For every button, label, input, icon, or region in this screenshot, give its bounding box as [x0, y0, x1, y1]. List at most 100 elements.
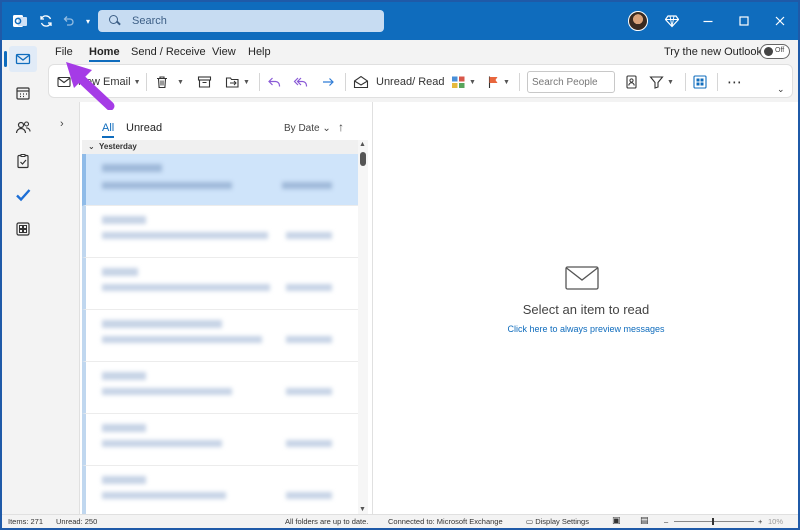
delete-button[interactable]: ▼ — [155, 72, 184, 92]
unread-read-button[interactable]: Unread/ Read — [353, 72, 445, 92]
envelope-icon — [565, 266, 599, 293]
toggle-knob — [764, 47, 773, 56]
move-button[interactable]: ▼ — [225, 72, 250, 92]
blurred-sender — [102, 320, 222, 328]
chevron-down-icon[interactable]: ▼ — [134, 79, 141, 86]
rail-mail[interactable] — [4, 46, 37, 72]
zoom-slider-thumb[interactable] — [712, 518, 714, 525]
normal-view-icon[interactable]: ▣ — [612, 515, 621, 526]
unread-read-label: Unread/ Read — [376, 76, 445, 88]
reply-button[interactable] — [267, 72, 282, 92]
blurred-date — [286, 440, 332, 447]
archive-button[interactable] — [197, 72, 212, 92]
chevron-down-icon[interactable]: ▼ — [667, 79, 674, 86]
group-header-yesterday[interactable]: ⌄ Yesterday — [82, 140, 358, 154]
collapse-chevron-icon: ⌄ — [88, 142, 95, 151]
search-box[interactable]: Search — [98, 10, 384, 32]
zoom-out-icon[interactable]: – — [664, 517, 668, 526]
chevron-right-icon[interactable]: › — [60, 118, 64, 130]
search-placeholder: Search — [132, 15, 167, 27]
status-connection: Connected to: Microsoft Exchange — [388, 517, 503, 526]
chevron-down-icon[interactable]: ▼ — [243, 79, 250, 86]
tab-home[interactable]: Home — [89, 46, 120, 62]
tab-send-receive[interactable]: Send / Receive — [131, 46, 206, 58]
zoom-slider[interactable] — [674, 521, 754, 522]
move-folder-icon — [225, 77, 239, 88]
list-item[interactable] — [82, 414, 358, 466]
tab-help[interactable]: Help — [248, 46, 271, 58]
preview-messages-link[interactable]: Click here to always preview messages — [373, 324, 798, 334]
sort-by-label: By Date — [284, 123, 320, 134]
scroll-down-icon[interactable]: ▼ — [359, 506, 366, 513]
blurred-subject — [102, 232, 268, 239]
blurred-subject — [102, 284, 270, 291]
sort-by-date[interactable]: By Date ⌄ — [284, 123, 331, 134]
toggle-state-label: Off — [775, 47, 785, 54]
close-icon[interactable] — [770, 11, 790, 31]
quick-access-dropdown-icon[interactable]: ▾ — [78, 11, 98, 31]
tab-unread[interactable]: Unread — [126, 122, 162, 134]
forward-icon — [323, 78, 334, 86]
scroll-up-icon[interactable]: ▲ — [359, 141, 366, 148]
display-settings-button[interactable]: ▭ Display Settings — [526, 517, 589, 526]
minimize-icon[interactable] — [698, 11, 718, 31]
rail-tasks[interactable] — [9, 148, 37, 174]
grid-view-icon — [693, 75, 707, 89]
search-people-input[interactable]: Search People — [527, 71, 615, 93]
ribbon-divider — [146, 73, 147, 91]
sync-icon[interactable] — [36, 11, 56, 31]
group-label: Yesterday — [99, 142, 137, 151]
blurred-sender — [102, 268, 138, 276]
list-item[interactable] — [82, 362, 358, 414]
view-layout-button[interactable] — [693, 72, 707, 92]
undo-icon[interactable] — [58, 11, 78, 31]
chevron-down-icon[interactable]: ▼ — [503, 79, 510, 86]
list-item[interactable] — [82, 206, 358, 258]
message-filter-tabs: All Unread By Date ⌄ ↑ — [82, 102, 368, 138]
ribbon-expand-chevron-icon[interactable]: ⌄ — [777, 79, 785, 99]
reply-icon — [268, 77, 281, 87]
annotation-arrow-icon — [60, 58, 120, 113]
list-item[interactable] — [82, 258, 358, 310]
outlook-window: ▾ Search File Home Send / Receive View H… — [2, 2, 798, 528]
tab-view[interactable]: View — [212, 46, 236, 58]
zoom-in-icon[interactable]: + — [758, 517, 762, 526]
scroll-thumb[interactable] — [360, 152, 366, 166]
forward-button[interactable] — [321, 72, 336, 92]
list-item[interactable] — [82, 154, 358, 206]
reply-all-button[interactable] — [293, 72, 309, 92]
blurred-subject — [102, 388, 232, 395]
chevron-down-icon[interactable]: ▼ — [469, 79, 476, 86]
chevron-down-icon[interactable]: ▼ — [177, 79, 184, 86]
ribbon-toolbar: New Email ▼ ▼ ▼ Unread/ Read ▼ ▼ Search … — [48, 64, 793, 98]
rail-todo[interactable] — [9, 182, 37, 208]
tab-all[interactable]: All — [102, 122, 115, 138]
chevron-down-icon: ⌄ — [322, 123, 331, 134]
rail-calendar[interactable] — [9, 80, 37, 106]
title-bar: ▾ Search — [2, 2, 798, 40]
app-rail — [2, 40, 44, 514]
ribbon-divider — [259, 73, 260, 91]
categorize-button[interactable]: ▼ — [451, 72, 476, 92]
filter-button[interactable]: ▼ — [649, 72, 674, 92]
blurred-date — [286, 336, 332, 343]
maximize-icon[interactable] — [734, 11, 754, 31]
address-book-button[interactable] — [625, 72, 638, 92]
message-list[interactable]: ⌄ Yesterday — [82, 140, 358, 514]
clipboard-icon — [17, 154, 29, 169]
rail-apps[interactable] — [9, 216, 37, 242]
diamond-icon[interactable] — [662, 11, 682, 31]
flag-button[interactable]: ▼ — [487, 72, 510, 92]
try-new-outlook-toggle[interactable]: Off — [760, 44, 790, 59]
avatar[interactable] — [628, 11, 648, 31]
sort-direction-icon[interactable]: ↑ — [338, 120, 344, 134]
more-options-icon[interactable]: ⋯ — [727, 72, 743, 92]
display-settings-label: Display Settings — [535, 517, 589, 526]
rail-people[interactable] — [9, 114, 37, 140]
list-item[interactable] — [82, 466, 358, 514]
list-item[interactable] — [82, 310, 358, 362]
list-scrollbar[interactable]: ▲ ▼ — [358, 140, 368, 514]
reading-view-icon[interactable]: ▤ — [640, 515, 649, 526]
status-unread: Unread: 250 — [56, 517, 98, 526]
tab-file[interactable]: File — [55, 46, 73, 58]
